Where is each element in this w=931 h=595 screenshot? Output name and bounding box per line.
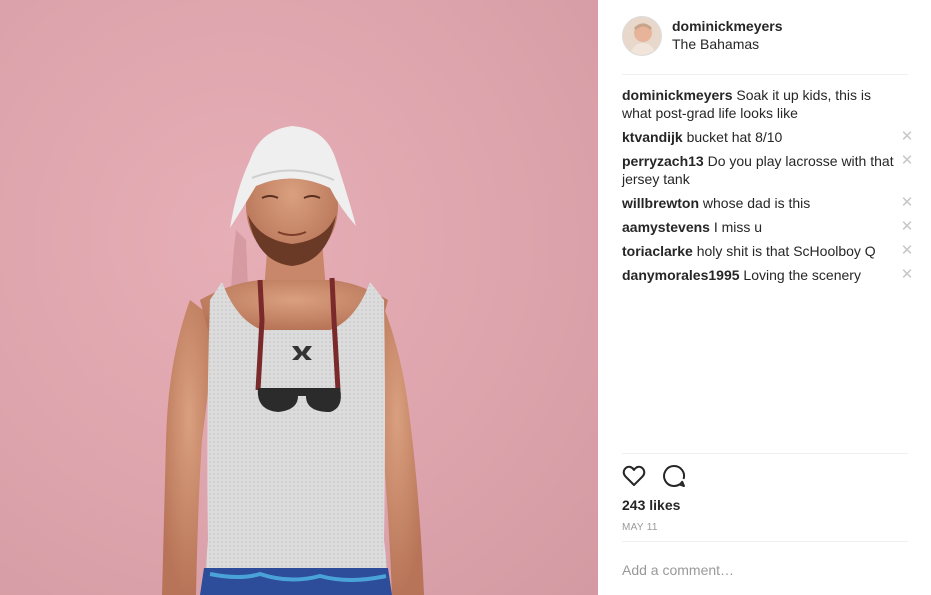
close-icon[interactable]: ✕ — [900, 242, 914, 260]
comment-item: danymorales1995 Loving the scenery ✕ — [622, 266, 914, 284]
post-photo[interactable] — [0, 0, 598, 595]
add-comment-input[interactable]: Add a comment… — [622, 562, 734, 578]
close-icon[interactable]: ✕ — [900, 128, 914, 146]
avatar[interactable] — [622, 16, 662, 56]
comment-item: willbrewton whose dad is this ✕ — [622, 194, 914, 212]
comments-list: dominickmeyers Soak it up kids, this is … — [622, 86, 914, 290]
comment-item: ktvandijk bucket hat 8/10 ✕ — [622, 128, 914, 146]
comment-text: holy shit is that ScHoolboy Q — [696, 243, 876, 259]
comment-item: aamystevens I miss u ✕ — [622, 218, 914, 236]
close-icon[interactable]: ✕ — [900, 152, 914, 170]
comment-item: toriaclarke holy shit is that ScHoolboy … — [622, 242, 914, 260]
comment-username[interactable]: willbrewton — [622, 195, 699, 211]
post-side-panel: dominickmeyers The Bahamas dominickmeyer… — [598, 0, 931, 595]
comment-text: I miss u — [713, 219, 763, 235]
photo-illustration — [162, 126, 424, 595]
actions-divider — [622, 453, 908, 454]
post-date[interactable]: MAY 11 — [622, 522, 658, 533]
comment-text: whose dad is this — [702, 195, 811, 211]
comment-bubble-icon[interactable] — [661, 463, 687, 489]
post-location[interactable]: The Bahamas — [672, 36, 759, 52]
close-icon[interactable]: ✕ — [900, 218, 914, 236]
close-icon[interactable]: ✕ — [900, 194, 914, 212]
comment-username[interactable]: danymorales1995 — [622, 267, 740, 283]
heart-icon[interactable] — [621, 463, 647, 489]
add-comment-divider — [622, 541, 908, 542]
comment-username[interactable]: aamystevens — [622, 219, 710, 235]
likes-count[interactable]: 243 likes — [622, 497, 680, 513]
close-icon[interactable]: ✕ — [900, 266, 914, 284]
caption-username[interactable]: dominickmeyers — [622, 87, 733, 103]
comment-item: perryzach13 Do you play lacrosse with th… — [622, 152, 914, 188]
post-caption: dominickmeyers Soak it up kids, this is … — [622, 86, 912, 122]
post-header: dominickmeyers The Bahamas — [622, 15, 908, 75]
comment-username[interactable]: perryzach13 — [622, 153, 704, 169]
comment-username[interactable]: ktvandijk — [622, 129, 683, 145]
comment-text: bucket hat 8/10 — [686, 129, 783, 145]
comment-username[interactable]: toriaclarke — [622, 243, 693, 259]
comment-text: Loving the scenery — [743, 267, 861, 283]
post-username[interactable]: dominickmeyers — [672, 18, 783, 34]
